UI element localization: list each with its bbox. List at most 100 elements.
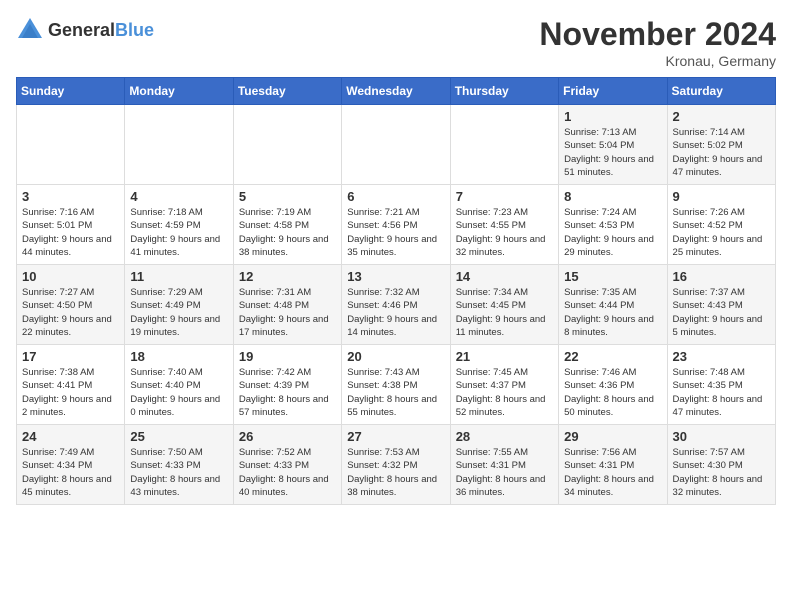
- calendar-cell: 29 Sunrise: 7:56 AMSunset: 4:31 PMDayligh…: [559, 425, 667, 505]
- col-header-saturday: Saturday: [667, 78, 775, 105]
- day-number: 8: [564, 189, 661, 204]
- day-info: Sunrise: 7:27 AMSunset: 4:50 PMDaylight:…: [22, 286, 119, 339]
- calendar-cell: [233, 105, 341, 185]
- col-header-friday: Friday: [559, 78, 667, 105]
- day-info: Sunrise: 7:48 AMSunset: 4:35 PMDaylight:…: [673, 366, 770, 419]
- col-header-thursday: Thursday: [450, 78, 558, 105]
- day-info: Sunrise: 7:31 AMSunset: 4:48 PMDaylight:…: [239, 286, 336, 339]
- col-header-wednesday: Wednesday: [342, 78, 450, 105]
- day-info: Sunrise: 7:18 AMSunset: 4:59 PMDaylight:…: [130, 206, 227, 259]
- calendar-cell: [450, 105, 558, 185]
- month-title: November 2024: [539, 16, 776, 53]
- logo-icon: [16, 16, 44, 44]
- day-number: 12: [239, 269, 336, 284]
- title-area: November 2024 Kronau, Germany: [539, 16, 776, 69]
- day-info: Sunrise: 7:46 AMSunset: 4:36 PMDaylight:…: [564, 366, 661, 419]
- day-info: Sunrise: 7:56 AMSunset: 4:31 PMDaylight:…: [564, 446, 661, 499]
- day-number: 9: [673, 189, 770, 204]
- day-info: Sunrise: 7:50 AMSunset: 4:33 PMDaylight:…: [130, 446, 227, 499]
- calendar-cell: 12 Sunrise: 7:31 AMSunset: 4:48 PMDayligh…: [233, 265, 341, 345]
- day-number: 26: [239, 429, 336, 444]
- calendar-cell: 27 Sunrise: 7:53 AMSunset: 4:32 PMDayligh…: [342, 425, 450, 505]
- calendar-cell: [17, 105, 125, 185]
- calendar-cell: 24 Sunrise: 7:49 AMSunset: 4:34 PMDayligh…: [17, 425, 125, 505]
- day-info: Sunrise: 7:13 AMSunset: 5:04 PMDaylight:…: [564, 126, 661, 179]
- calendar-cell: 6Sunrise: 7:21 AMSunset: 4:56 PMDaylight…: [342, 185, 450, 265]
- calendar-cell: 3 Sunrise: 7:16 AMSunset: 5:01 PMDaylight…: [17, 185, 125, 265]
- day-info: Sunrise: 7:53 AMSunset: 4:32 PMDaylight:…: [347, 446, 444, 499]
- day-number: 20: [347, 349, 444, 364]
- calendar-week-2: 3 Sunrise: 7:16 AMSunset: 5:01 PMDaylight…: [17, 185, 776, 265]
- location: Kronau, Germany: [539, 53, 776, 69]
- calendar-cell: 19Sunrise: 7:42 AMSunset: 4:39 PMDayligh…: [233, 345, 341, 425]
- calendar-week-4: 17Sunrise: 7:38 AMSunset: 4:41 PMDayligh…: [17, 345, 776, 425]
- day-info: Sunrise: 7:57 AMSunset: 4:30 PMDaylight:…: [673, 446, 770, 499]
- day-info: Sunrise: 7:23 AMSunset: 4:55 PMDaylight:…: [456, 206, 553, 259]
- logo-text-general: General: [48, 20, 115, 40]
- calendar-cell: 15 Sunrise: 7:35 AMSunset: 4:44 PMDayligh…: [559, 265, 667, 345]
- day-number: 11: [130, 269, 227, 284]
- day-info: Sunrise: 7:26 AMSunset: 4:52 PMDaylight:…: [673, 206, 770, 259]
- day-number: 15: [564, 269, 661, 284]
- day-info: Sunrise: 7:42 AMSunset: 4:39 PMDaylight:…: [239, 366, 336, 419]
- day-number: 4: [130, 189, 227, 204]
- calendar-cell: 16Sunrise: 7:37 AMSunset: 4:43 PMDayligh…: [667, 265, 775, 345]
- day-number: 23: [673, 349, 770, 364]
- calendar-week-1: 1 Sunrise: 7:13 AMSunset: 5:04 PMDaylight…: [17, 105, 776, 185]
- day-info: Sunrise: 7:14 AMSunset: 5:02 PMDaylight:…: [673, 126, 770, 179]
- calendar-cell: 7 Sunrise: 7:23 AMSunset: 4:55 PMDaylight…: [450, 185, 558, 265]
- calendar-cell: 25 Sunrise: 7:50 AMSunset: 4:33 PMDayligh…: [125, 425, 233, 505]
- day-number: 22: [564, 349, 661, 364]
- col-header-sunday: Sunday: [17, 78, 125, 105]
- day-info: Sunrise: 7:43 AMSunset: 4:38 PMDaylight:…: [347, 366, 444, 419]
- calendar-cell: 23 Sunrise: 7:48 AMSunset: 4:35 PMDayligh…: [667, 345, 775, 425]
- calendar-cell: 2Sunrise: 7:14 AMSunset: 5:02 PMDaylight…: [667, 105, 775, 185]
- day-info: Sunrise: 7:37 AMSunset: 4:43 PMDaylight:…: [673, 286, 770, 339]
- day-info: Sunrise: 7:35 AMSunset: 4:44 PMDaylight:…: [564, 286, 661, 339]
- day-number: 7: [456, 189, 553, 204]
- day-number: 5: [239, 189, 336, 204]
- day-number: 1: [564, 109, 661, 124]
- day-info: Sunrise: 7:52 AMSunset: 4:33 PMDaylight:…: [239, 446, 336, 499]
- calendar-cell: 26 Sunrise: 7:52 AMSunset: 4:33 PMDayligh…: [233, 425, 341, 505]
- day-number: 3: [22, 189, 119, 204]
- calendar-cell: 22 Sunrise: 7:46 AMSunset: 4:36 PMDayligh…: [559, 345, 667, 425]
- calendar-cell: [342, 105, 450, 185]
- day-number: 30: [673, 429, 770, 444]
- day-info: Sunrise: 7:29 AMSunset: 4:49 PMDaylight:…: [130, 286, 227, 339]
- calendar-cell: 13 Sunrise: 7:32 AMSunset: 4:46 PMDayligh…: [342, 265, 450, 345]
- day-info: Sunrise: 7:24 AMSunset: 4:53 PMDaylight:…: [564, 206, 661, 259]
- calendar-week-3: 10 Sunrise: 7:27 AMSunset: 4:50 PMDayligh…: [17, 265, 776, 345]
- calendar-cell: 9 Sunrise: 7:26 AMSunset: 4:52 PMDaylight…: [667, 185, 775, 265]
- calendar-cell: 30 Sunrise: 7:57 AMSunset: 4:30 PMDayligh…: [667, 425, 775, 505]
- calendar-cell: 11 Sunrise: 7:29 AMSunset: 4:49 PMDayligh…: [125, 265, 233, 345]
- day-info: Sunrise: 7:32 AMSunset: 4:46 PMDaylight:…: [347, 286, 444, 339]
- day-info: Sunrise: 7:55 AMSunset: 4:31 PMDaylight:…: [456, 446, 553, 499]
- logo: GeneralBlue: [16, 16, 154, 44]
- day-number: 29: [564, 429, 661, 444]
- day-info: Sunrise: 7:16 AMSunset: 5:01 PMDaylight:…: [22, 206, 119, 259]
- calendar-cell: 20 Sunrise: 7:43 AMSunset: 4:38 PMDayligh…: [342, 345, 450, 425]
- day-number: 14: [456, 269, 553, 284]
- day-info: Sunrise: 7:45 AMSunset: 4:37 PMDaylight:…: [456, 366, 553, 419]
- day-number: 13: [347, 269, 444, 284]
- day-info: Sunrise: 7:40 AMSunset: 4:40 PMDaylight:…: [130, 366, 227, 419]
- calendar-cell: 8 Sunrise: 7:24 AMSunset: 4:53 PMDaylight…: [559, 185, 667, 265]
- col-header-tuesday: Tuesday: [233, 78, 341, 105]
- logo-text-blue: Blue: [115, 20, 154, 40]
- day-number: 10: [22, 269, 119, 284]
- calendar-cell: 28Sunrise: 7:55 AMSunset: 4:31 PMDayligh…: [450, 425, 558, 505]
- day-info: Sunrise: 7:34 AMSunset: 4:45 PMDaylight:…: [456, 286, 553, 339]
- day-number: 24: [22, 429, 119, 444]
- day-number: 25: [130, 429, 227, 444]
- day-info: Sunrise: 7:38 AMSunset: 4:41 PMDaylight:…: [22, 366, 119, 419]
- header: GeneralBlue November 2024 Kronau, German…: [16, 16, 776, 69]
- day-info: Sunrise: 7:19 AMSunset: 4:58 PMDaylight:…: [239, 206, 336, 259]
- calendar-week-5: 24 Sunrise: 7:49 AMSunset: 4:34 PMDayligh…: [17, 425, 776, 505]
- day-number: 18: [130, 349, 227, 364]
- day-info: Sunrise: 7:49 AMSunset: 4:34 PMDaylight:…: [22, 446, 119, 499]
- day-number: 27: [347, 429, 444, 444]
- calendar-table: SundayMondayTuesdayWednesdayThursdayFrid…: [16, 77, 776, 505]
- calendar-cell: 5 Sunrise: 7:19 AMSunset: 4:58 PMDaylight…: [233, 185, 341, 265]
- calendar-cell: 1 Sunrise: 7:13 AMSunset: 5:04 PMDaylight…: [559, 105, 667, 185]
